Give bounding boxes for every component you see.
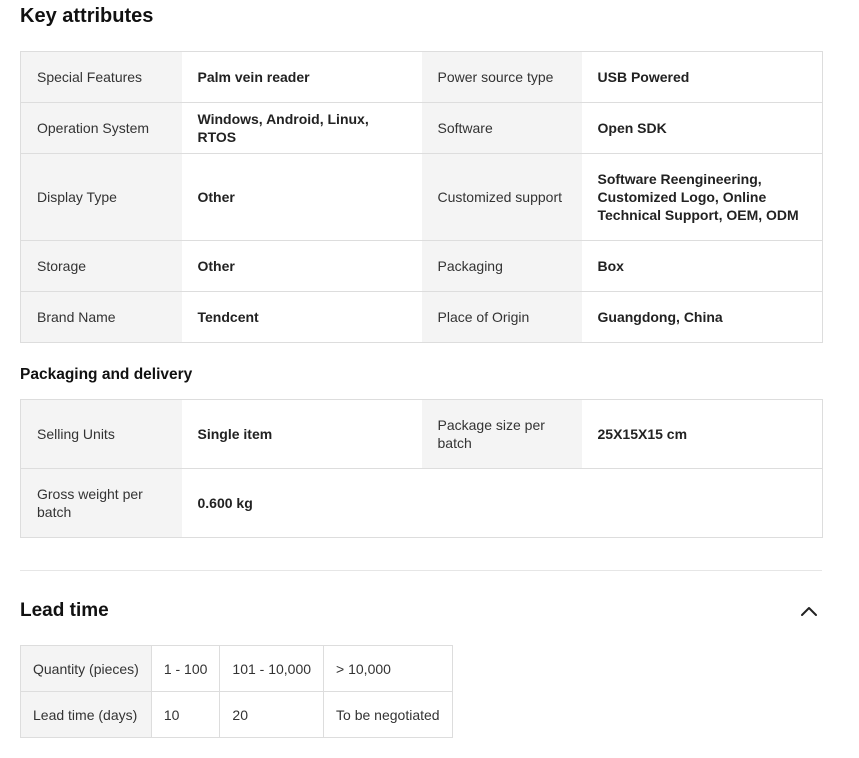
attribute-value: Other [181, 153, 422, 241]
attribute-name: Customized support [421, 153, 582, 241]
section-title-key-attributes: Key attributes [20, 5, 154, 27]
attribute-value: Other [181, 240, 422, 292]
empty-cell [421, 468, 823, 538]
attribute-name: Power source type [421, 51, 582, 103]
quantity-range: 1 - 100 [150, 645, 221, 692]
attribute-value: 0.600 kg [181, 468, 422, 538]
attribute-value: Box [581, 240, 823, 292]
lead-time-value: 20 [219, 691, 325, 738]
attribute-name: Selling Units [20, 399, 182, 469]
quantity-range: > 10,000 [323, 645, 453, 692]
section-title-lead-time: Lead time [20, 600, 109, 621]
lead-time-table: Quantity (pieces) 1 - 100 101 - 10,000 >… [20, 645, 453, 738]
attribute-row: Gross weight per batch 0.600 kg [20, 468, 823, 538]
section-title-packaging: Packaging and delivery [20, 366, 193, 383]
lead-time-value: 10 [150, 691, 221, 738]
attribute-name: Storage [20, 240, 182, 292]
attribute-name: Gross weight per batch [20, 468, 182, 538]
quantity-label: Quantity (pieces) [20, 645, 152, 692]
attribute-value: Single item [181, 399, 422, 469]
attribute-name: Brand Name [20, 291, 182, 343]
attribute-value: Palm vein reader [181, 51, 422, 103]
lead-time-days-row: Lead time (days) 10 20 To be negotiated [20, 691, 453, 738]
attribute-row: Brand Name Tendcent Place of Origin Guan… [20, 291, 823, 343]
lead-time-quantity-row: Quantity (pieces) 1 - 100 101 - 10,000 >… [20, 645, 453, 692]
attribute-row: Display Type Other Customized support So… [20, 153, 823, 241]
attribute-value: 25X15X15 cm [581, 399, 823, 469]
quantity-range: 101 - 10,000 [219, 645, 325, 692]
section-divider [20, 570, 822, 571]
attribute-name: Package size per batch [421, 399, 582, 469]
key-attributes-table: Special Features Palm vein reader Power … [20, 51, 823, 343]
attribute-value: USB Powered [581, 51, 823, 103]
attribute-value: Software Reengineering, Customized Logo,… [581, 153, 823, 241]
attribute-name: Place of Origin [421, 291, 582, 343]
attribute-value: Tendcent [181, 291, 422, 343]
attribute-name: Special Features [20, 51, 182, 103]
attribute-value: Open SDK [581, 102, 823, 154]
lead-time-value: To be negotiated [323, 691, 453, 738]
attribute-row: Special Features Palm vein reader Power … [20, 51, 823, 103]
attribute-row: Operation System Windows, Android, Linux… [20, 102, 823, 154]
chevron-up-icon[interactable] [800, 604, 818, 618]
attribute-value: Windows, Android, Linux, RTOS [181, 102, 422, 154]
attribute-row: Storage Other Packaging Box [20, 240, 823, 292]
attribute-name: Operation System [20, 102, 182, 154]
lead-time-label: Lead time (days) [20, 691, 152, 738]
attribute-value: Guangdong, China [581, 291, 823, 343]
attribute-row: Selling Units Single item Package size p… [20, 399, 823, 469]
attribute-name: Packaging [421, 240, 582, 292]
attribute-name: Software [421, 102, 582, 154]
packaging-table: Selling Units Single item Package size p… [20, 399, 823, 538]
attribute-name: Display Type [20, 153, 182, 241]
